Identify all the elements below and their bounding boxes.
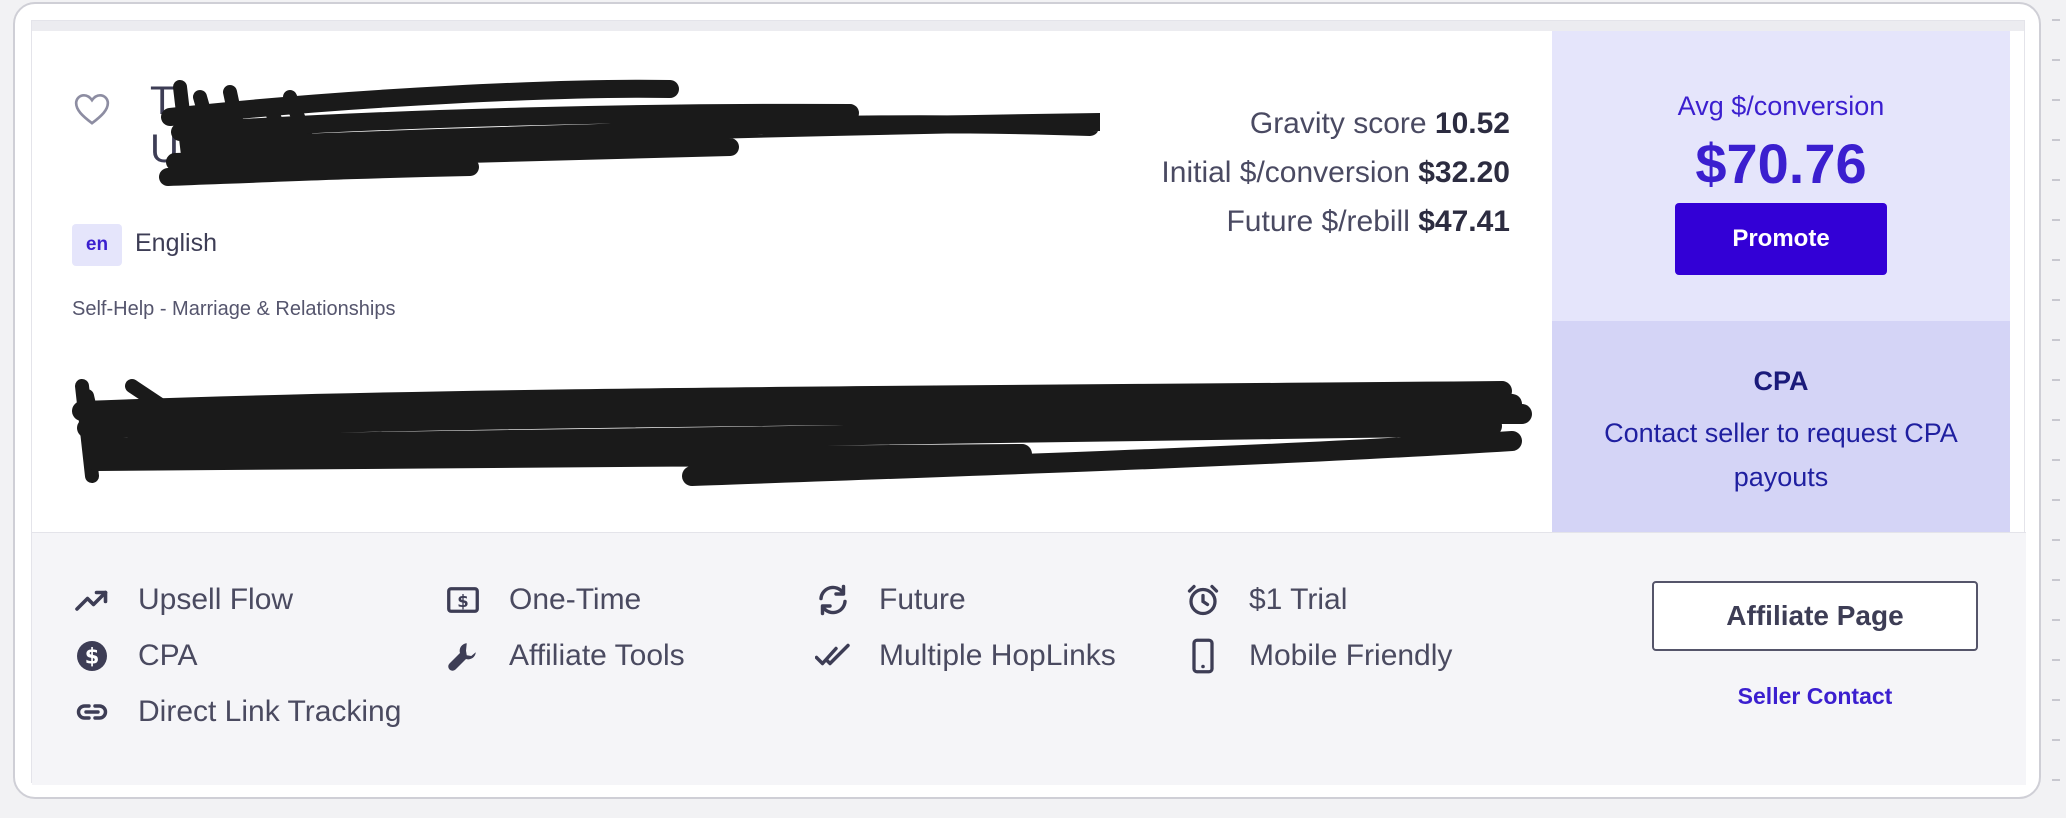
gravity-score-row: Gravity score 10.52 bbox=[1161, 99, 1510, 148]
trending-up-icon bbox=[72, 580, 112, 620]
feature-label: Mobile Friendly bbox=[1249, 639, 1453, 672]
page-edge-marks bbox=[2052, 19, 2060, 781]
initial-value: $32.20 bbox=[1418, 156, 1510, 189]
feature-future: Future bbox=[813, 580, 966, 620]
feature-upsell-flow: Upsell Flow bbox=[72, 580, 293, 620]
language-label: English bbox=[135, 229, 217, 257]
avg-conversion-value: $70.76 bbox=[1695, 132, 1867, 195]
redaction-scribble bbox=[159, 79, 1100, 186]
mobile-phone-icon bbox=[1183, 636, 1223, 676]
description-redacted bbox=[72, 379, 1532, 486]
cpa-title: CPA bbox=[1753, 366, 1809, 396]
feature-cpa: $ CPA bbox=[72, 636, 197, 676]
features-section: Upsell Flow $ One-Time Future $1 Trial $… bbox=[32, 532, 2026, 785]
feature-direct-link-tracking: Direct Link Tracking bbox=[72, 692, 401, 732]
product-title-redacted[interactable]: T U bbox=[150, 77, 1100, 197]
avg-conversion-label: Avg $/conversion bbox=[1677, 91, 1885, 121]
gravity-label: Gravity score bbox=[1249, 107, 1427, 140]
dollar-circle-icon: $ bbox=[72, 636, 112, 676]
alarm-clock-icon bbox=[1183, 580, 1223, 620]
avg-conversion-panel: Avg $/conversion $70.76 Promote bbox=[1552, 31, 2010, 321]
feature-label: Upsell Flow bbox=[138, 583, 294, 616]
feature-mobile-friendly: Mobile Friendly bbox=[1183, 636, 1452, 676]
language-badge: en bbox=[72, 224, 122, 266]
svg-text:$: $ bbox=[85, 645, 100, 669]
refresh-icon bbox=[813, 580, 853, 620]
cpa-panel: CPA Contact seller to request CPA payout… bbox=[1552, 321, 2010, 532]
feature-trial: $1 Trial bbox=[1183, 580, 1347, 620]
feature-label: Affiliate Tools bbox=[509, 639, 685, 672]
feature-label: $1 Trial bbox=[1249, 583, 1348, 616]
category-label: Self-Help - Marriage & Relationships bbox=[72, 298, 396, 320]
feature-label: One-Time bbox=[509, 583, 642, 616]
promote-button[interactable]: Promote bbox=[1675, 203, 1887, 275]
future-value: $47.41 bbox=[1418, 205, 1510, 238]
product-card: T U Gravity score 10.52 Initial $/conver… bbox=[31, 20, 2026, 785]
product-card-frame: T U Gravity score 10.52 Initial $/conver… bbox=[13, 2, 2041, 799]
initial-conversion-row: Initial $/conversion $32.20 bbox=[1161, 148, 1510, 197]
cpa-description: Contact seller to request CPA payouts bbox=[1604, 418, 1958, 492]
wrench-icon bbox=[443, 636, 483, 676]
affiliate-page-button[interactable]: Affiliate Page bbox=[1652, 581, 1978, 651]
feature-multiple-hoplinks: Multiple HopLinks bbox=[813, 636, 1116, 676]
dollar-bill-icon: $ bbox=[443, 580, 483, 620]
initial-label: Initial $/conversion bbox=[1161, 156, 1410, 189]
feature-label: Direct Link Tracking bbox=[138, 695, 402, 728]
feature-label: Future bbox=[879, 583, 966, 616]
svg-text:$: $ bbox=[457, 592, 468, 611]
future-label: Future $/rebill bbox=[1226, 205, 1410, 238]
double-check-icon bbox=[813, 636, 853, 676]
seller-contact-link[interactable]: Seller Contact bbox=[1652, 683, 1978, 710]
feature-affiliate-tools: Affiliate Tools bbox=[443, 636, 685, 676]
feature-one-time: $ One-Time bbox=[443, 580, 641, 620]
gravity-value: 10.52 bbox=[1434, 107, 1510, 140]
link-icon bbox=[72, 692, 112, 732]
feature-label: CPA bbox=[138, 639, 198, 672]
future-rebill-row: Future $/rebill $47.41 bbox=[1161, 197, 1510, 246]
feature-label: Multiple HopLinks bbox=[879, 639, 1116, 672]
favorite-heart-icon[interactable] bbox=[72, 89, 112, 129]
product-main-section: T U Gravity score 10.52 Initial $/conver… bbox=[32, 31, 1552, 532]
product-stats: Gravity score 10.52 Initial $/conversion… bbox=[1161, 99, 1510, 246]
